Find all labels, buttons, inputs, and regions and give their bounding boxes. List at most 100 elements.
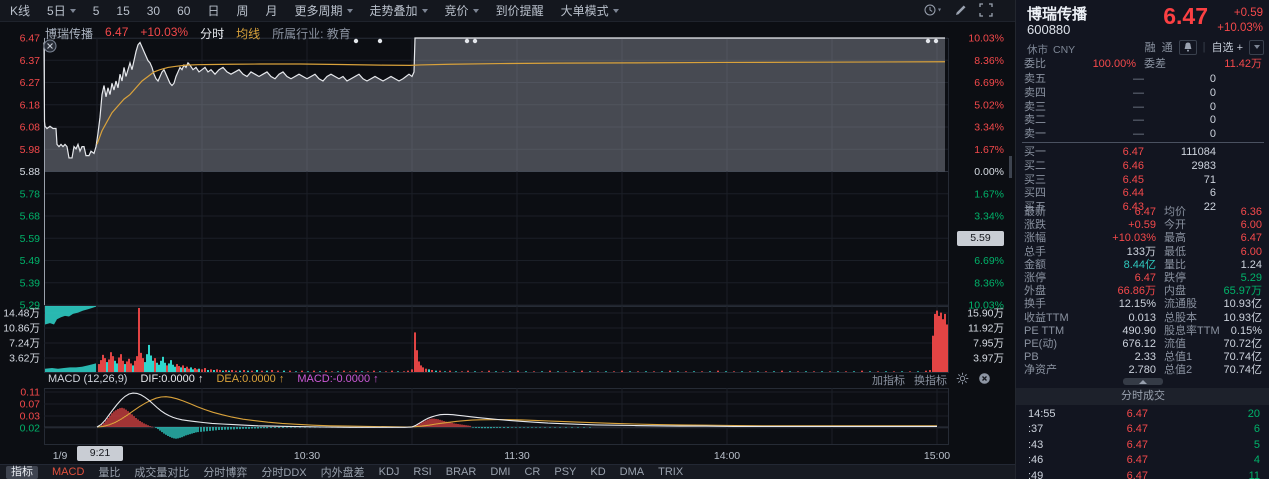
event-dot-marker[interactable]	[934, 39, 938, 43]
chart-canvas[interactable]: ↕6.476.376.276.186.085.985.885.785.685.5…	[0, 0, 1015, 479]
tab-KD[interactable]: KD	[590, 466, 605, 478]
toolbar-item-竞价[interactable]: 竞价	[445, 2, 479, 19]
panel-resize-handle[interactable]	[1123, 378, 1163, 385]
clock-icon[interactable]	[923, 3, 943, 20]
tab-成交量对比[interactable]: 成交量对比	[134, 464, 189, 479]
legend-mode-timeshare[interactable]: 分时	[200, 25, 224, 42]
toolbar-item-周[interactable]: 周	[236, 2, 248, 19]
swap-indicator-button[interactable]: 换指标	[914, 372, 947, 388]
toolbar-item-60[interactable]: 60	[177, 4, 190, 18]
legend-avg-toggle[interactable]: 均线	[236, 25, 260, 42]
toolbar-item-月[interactable]: 月	[266, 2, 278, 19]
tab-TRIX[interactable]: TRIX	[658, 466, 683, 478]
macd-axis-label: 0.02	[20, 423, 41, 435]
weibi-row: 委比100.00%委差11.42万	[1016, 57, 1269, 71]
pencil-icon[interactable]	[954, 3, 968, 20]
tab-RSI[interactable]: RSI	[413, 466, 431, 478]
toolbar-item-大单模式[interactable]: 大单模式	[561, 2, 619, 19]
toolbar-item-更多周期[interactable]: 更多周期	[295, 2, 353, 19]
bid-label: 买三	[1024, 173, 1046, 187]
stat-label: 涨停	[1024, 271, 1046, 285]
macd-histogram-bar	[129, 413, 130, 427]
volume-bar	[104, 358, 106, 372]
volume-bar	[853, 371, 855, 372]
toolbar-item-日[interactable]: 日	[207, 2, 219, 19]
chart-legend: 博瑞传播6.47+10.03%分时均线所属行业: 教育	[45, 25, 351, 42]
ask-volume: 0	[1210, 100, 1216, 114]
volume-bar	[201, 369, 203, 372]
macd-histogram-bar	[290, 427, 291, 428]
alert-bell-button[interactable]	[1179, 40, 1197, 55]
tape-row: :496.4711	[1016, 469, 1269, 479]
toolbar-item-到价提醒[interactable]: 到价提醒	[496, 2, 544, 19]
stat-value: 10.93亿	[1223, 297, 1262, 311]
stat-label: 流值	[1164, 337, 1186, 351]
macd-histogram-bar	[535, 427, 536, 428]
toolbar-item-15[interactable]: 15	[116, 4, 129, 18]
macd-histogram-bar	[113, 411, 114, 427]
tab-MACD[interactable]: MACD	[52, 466, 84, 478]
tab-KDJ[interactable]: KDJ	[379, 466, 400, 478]
toolbar-item-5[interactable]: 5	[93, 4, 100, 18]
tab-量比[interactable]: 量比	[98, 464, 120, 479]
toolbar-item-走势叠加[interactable]: 走势叠加	[370, 2, 428, 19]
toolbar-item-K线[interactable]: K线	[10, 2, 30, 19]
macd-histogram-bar	[435, 419, 436, 427]
event-dot-marker[interactable]	[473, 39, 477, 43]
volume-bar	[194, 368, 196, 372]
stat-label: 外盘	[1024, 284, 1046, 298]
close-icon[interactable]	[978, 372, 991, 388]
watchlist-dropdown-button[interactable]	[1249, 40, 1264, 55]
legend-industry[interactable]: 所属行业: 教育	[272, 25, 351, 42]
volume-bar	[210, 369, 212, 372]
volume-bar	[112, 356, 114, 372]
stat-value: +0.59	[1128, 218, 1156, 232]
volume-bar	[182, 365, 184, 372]
add-watchlist-button[interactable]: 自选 +	[1212, 39, 1243, 55]
macd-histogram-bar	[481, 427, 482, 428]
volume-bar	[98, 364, 100, 372]
tab-指标[interactable]: 指标	[6, 466, 38, 479]
stat-label: 最新	[1024, 205, 1046, 219]
volume-bar	[411, 369, 413, 372]
tab-DMI[interactable]: DMI	[490, 466, 510, 478]
volume-bar	[118, 357, 120, 372]
tab-分时DDX[interactable]: 分时DDX	[261, 464, 306, 479]
tab-分时博弈[interactable]: 分时博弈	[203, 464, 247, 479]
stat-label: 流通股	[1164, 297, 1197, 311]
toolbar-item-5日[interactable]: 5日	[47, 2, 76, 19]
currency-label: CNY	[1053, 44, 1075, 56]
macd-histogram-bar	[431, 419, 432, 427]
tab-CR[interactable]: CR	[524, 466, 540, 478]
add-indicator-button[interactable]: 加指标	[872, 372, 905, 388]
tab-DMA[interactable]: DMA	[620, 466, 644, 478]
volume-bar	[685, 371, 687, 372]
macd-histogram-bar	[117, 409, 118, 427]
tab-PSY[interactable]: PSY	[554, 466, 576, 478]
macd-histogram-bar	[266, 427, 267, 428]
toolbar-icons	[923, 0, 993, 22]
ask-row: 卖一—0	[1016, 127, 1269, 141]
fullscreen-icon[interactable]	[979, 3, 993, 20]
macd-histogram-bar	[215, 427, 216, 430]
volume-bar	[418, 361, 420, 372]
event-dot-marker[interactable]	[926, 39, 930, 43]
volume-bar	[573, 371, 575, 372]
macd-histogram-bar	[544, 427, 545, 428]
tab-BRAR[interactable]: BRAR	[446, 466, 477, 478]
gear-icon[interactable]	[956, 372, 969, 388]
stat-value: 70.74亿	[1223, 350, 1262, 364]
stat-row: 收益TTM0.013总股本10.93亿	[1016, 311, 1269, 325]
macd-histogram-bar	[257, 427, 258, 429]
price-axis-label: 6.27	[20, 77, 41, 89]
scrollbar-thumb[interactable]	[1009, 156, 1012, 178]
volume-bar	[247, 371, 249, 372]
event-dot-marker[interactable]	[354, 39, 358, 43]
tab-内外盘差[interactable]: 内外盘差	[321, 464, 365, 479]
event-dot-marker[interactable]	[465, 39, 469, 43]
macd-histogram-bar	[179, 427, 180, 438]
macd-histogram-bar	[286, 427, 287, 428]
toolbar-item-30[interactable]: 30	[147, 4, 160, 18]
event-dot-marker[interactable]	[378, 39, 382, 43]
macd-histogram-bar	[583, 427, 584, 428]
